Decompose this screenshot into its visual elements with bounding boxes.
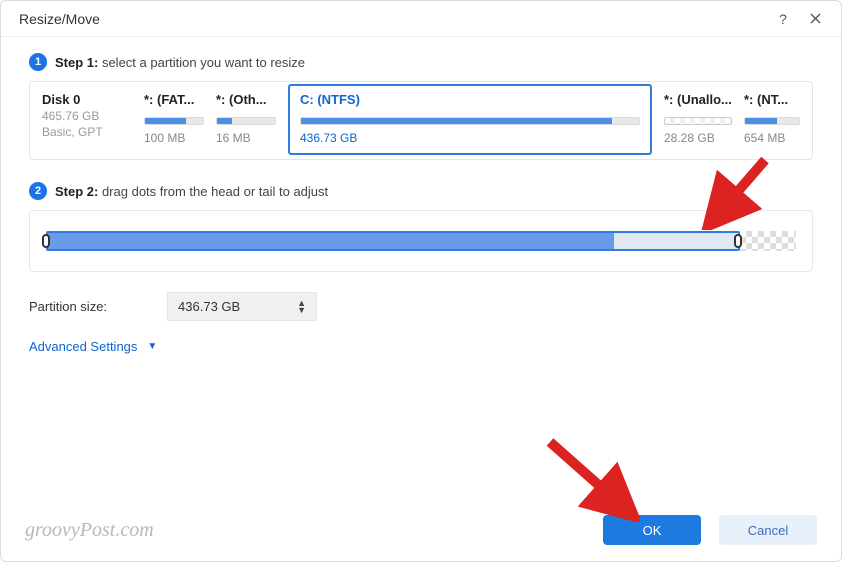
dialog-content: 1 Step 1: select a partition you want to…	[1, 37, 841, 505]
advanced-settings-label: Advanced Settings	[29, 339, 137, 354]
partition-label: *: (Oth...	[216, 92, 276, 107]
partition-size-value: 436.73 GB	[178, 299, 279, 314]
resize-handle-left[interactable]	[42, 229, 50, 253]
cancel-button[interactable]: Cancel	[719, 515, 817, 545]
help-button[interactable]: ?	[769, 5, 797, 33]
spinner-arrows[interactable]: ▲ ▼	[297, 300, 306, 314]
partition-bar	[144, 117, 204, 125]
partition-size: 436.73 GB	[300, 131, 640, 145]
step2-badge: 2	[29, 182, 47, 200]
partition-label: *: (FAT...	[144, 92, 204, 107]
close-icon	[810, 13, 821, 24]
partition-c-selected[interactable]: C: (NTFS) 436.73 GB	[288, 84, 652, 155]
step2-strong: Step 2:	[55, 184, 98, 199]
resize-slider[interactable]	[44, 231, 798, 251]
partition-list: Disk 0 465.76 GB Basic, GPT *: (FAT... 1…	[29, 81, 813, 160]
advanced-settings-toggle[interactable]: Advanced Settings ▼	[29, 339, 813, 354]
partition-unallocated[interactable]: *: (Unallo... 28.28 GB	[664, 92, 732, 147]
titlebar: Resize/Move ?	[1, 1, 841, 37]
resize-slider-container	[29, 210, 813, 272]
partition-bar	[300, 117, 640, 125]
ok-button[interactable]: OK	[603, 515, 701, 545]
partition-label: *: (NT...	[744, 92, 800, 107]
unallocated-space	[740, 231, 796, 251]
partition-size: 654 MB	[744, 131, 800, 145]
partition-size-label: Partition size:	[29, 299, 107, 314]
partition-other[interactable]: *: (Oth... 16 MB	[216, 92, 276, 147]
partition-bar	[216, 117, 276, 125]
grip-icon	[734, 234, 742, 248]
partition-bar	[744, 117, 800, 125]
disk-type: Basic, GPT	[42, 125, 132, 139]
dialog-footer: groovyPost.com OK Cancel	[1, 505, 841, 561]
used-space	[48, 233, 614, 249]
step2-label: Step 2: drag dots from the head or tail …	[55, 184, 328, 199]
disk-name: Disk 0	[42, 92, 132, 107]
partition-size: 28.28 GB	[664, 131, 732, 145]
step1-rest: select a partition you want to resize	[98, 55, 305, 70]
partition-size-row: Partition size: 436.73 GB ▲ ▼	[29, 292, 813, 321]
partition-label: *: (Unallo...	[664, 92, 732, 107]
step1-line: 1 Step 1: select a partition you want to…	[29, 53, 813, 71]
partition-size: 100 MB	[144, 131, 204, 145]
step1-badge: 1	[29, 53, 47, 71]
close-button[interactable]	[801, 5, 829, 33]
resize-move-dialog: Resize/Move ? 1 Step 1: select a partiti…	[0, 0, 842, 562]
step1-strong: Step 1:	[55, 55, 98, 70]
partition-size-input[interactable]: 436.73 GB ▲ ▼	[167, 292, 317, 321]
triangle-down-icon: ▼	[147, 341, 157, 352]
partition-fat[interactable]: *: (FAT... 100 MB	[144, 92, 204, 147]
resize-handle-right[interactable]	[734, 229, 742, 253]
step1-label: Step 1: select a partition you want to r…	[55, 55, 305, 70]
partition-nt[interactable]: *: (NT... 654 MB	[744, 92, 800, 147]
partition-label: C: (NTFS)	[300, 92, 640, 107]
partition-extent	[46, 231, 740, 251]
free-space	[614, 233, 738, 249]
step2-line: 2 Step 2: drag dots from the head or tai…	[29, 182, 813, 200]
disk-info: Disk 0 465.76 GB Basic, GPT	[42, 92, 132, 147]
partition-size: 16 MB	[216, 131, 276, 145]
disk-capacity: 465.76 GB	[42, 109, 132, 123]
step2-rest: drag dots from the head or tail to adjus…	[98, 184, 328, 199]
window-title: Resize/Move	[19, 11, 765, 27]
partition-bar	[664, 117, 732, 125]
grip-icon	[42, 234, 50, 248]
chevron-down-icon: ▼	[297, 307, 306, 314]
watermark-text: groovyPost.com	[25, 519, 585, 542]
